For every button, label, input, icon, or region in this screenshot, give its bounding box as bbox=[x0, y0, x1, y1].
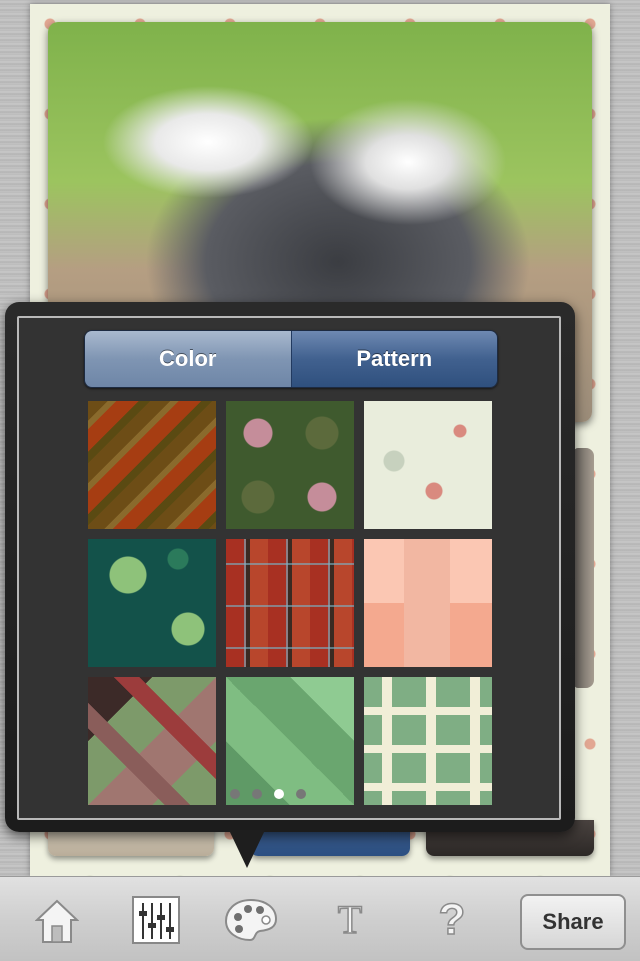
pattern-swatch-ornamental[interactable] bbox=[226, 401, 354, 529]
equalizer-icon[interactable] bbox=[130, 894, 182, 946]
text-icon-glyph: T bbox=[337, 896, 363, 943]
help-icon[interactable]: ? bbox=[432, 894, 472, 946]
pattern-swatch-argyle[interactable] bbox=[88, 677, 216, 805]
text-icon[interactable]: T bbox=[330, 896, 370, 943]
pattern-swatch-peach-blocks[interactable] bbox=[364, 539, 492, 667]
color-pattern-segmented-control: Color Pattern bbox=[84, 330, 498, 388]
page-indicator[interactable] bbox=[230, 786, 350, 802]
pattern-swatch-teal-hibiscus[interactable] bbox=[88, 539, 216, 667]
page-dot-2[interactable] bbox=[252, 789, 262, 799]
palette-icon[interactable] bbox=[224, 896, 278, 944]
pattern-swatch-green-maze[interactable] bbox=[364, 677, 492, 805]
pattern-swatch-red-plaid[interactable] bbox=[226, 539, 354, 667]
pattern-swatch-diagonal-stripes[interactable] bbox=[88, 401, 216, 529]
page-dot-1[interactable] bbox=[230, 789, 240, 799]
color-segment[interactable]: Color bbox=[85, 331, 291, 387]
pattern-segment[interactable]: Pattern bbox=[290, 331, 497, 387]
popover-arrow bbox=[229, 830, 265, 868]
pattern-swatch-cream-floral[interactable] bbox=[364, 401, 492, 529]
side-photo-edge[interactable] bbox=[574, 448, 594, 688]
page-dot-3-active[interactable] bbox=[274, 789, 284, 799]
page-dot-4[interactable] bbox=[296, 789, 306, 799]
pattern-grid bbox=[88, 401, 492, 805]
share-button[interactable]: Share bbox=[520, 894, 626, 950]
home-icon[interactable] bbox=[32, 896, 82, 946]
help-icon-glyph: ? bbox=[438, 894, 466, 945]
